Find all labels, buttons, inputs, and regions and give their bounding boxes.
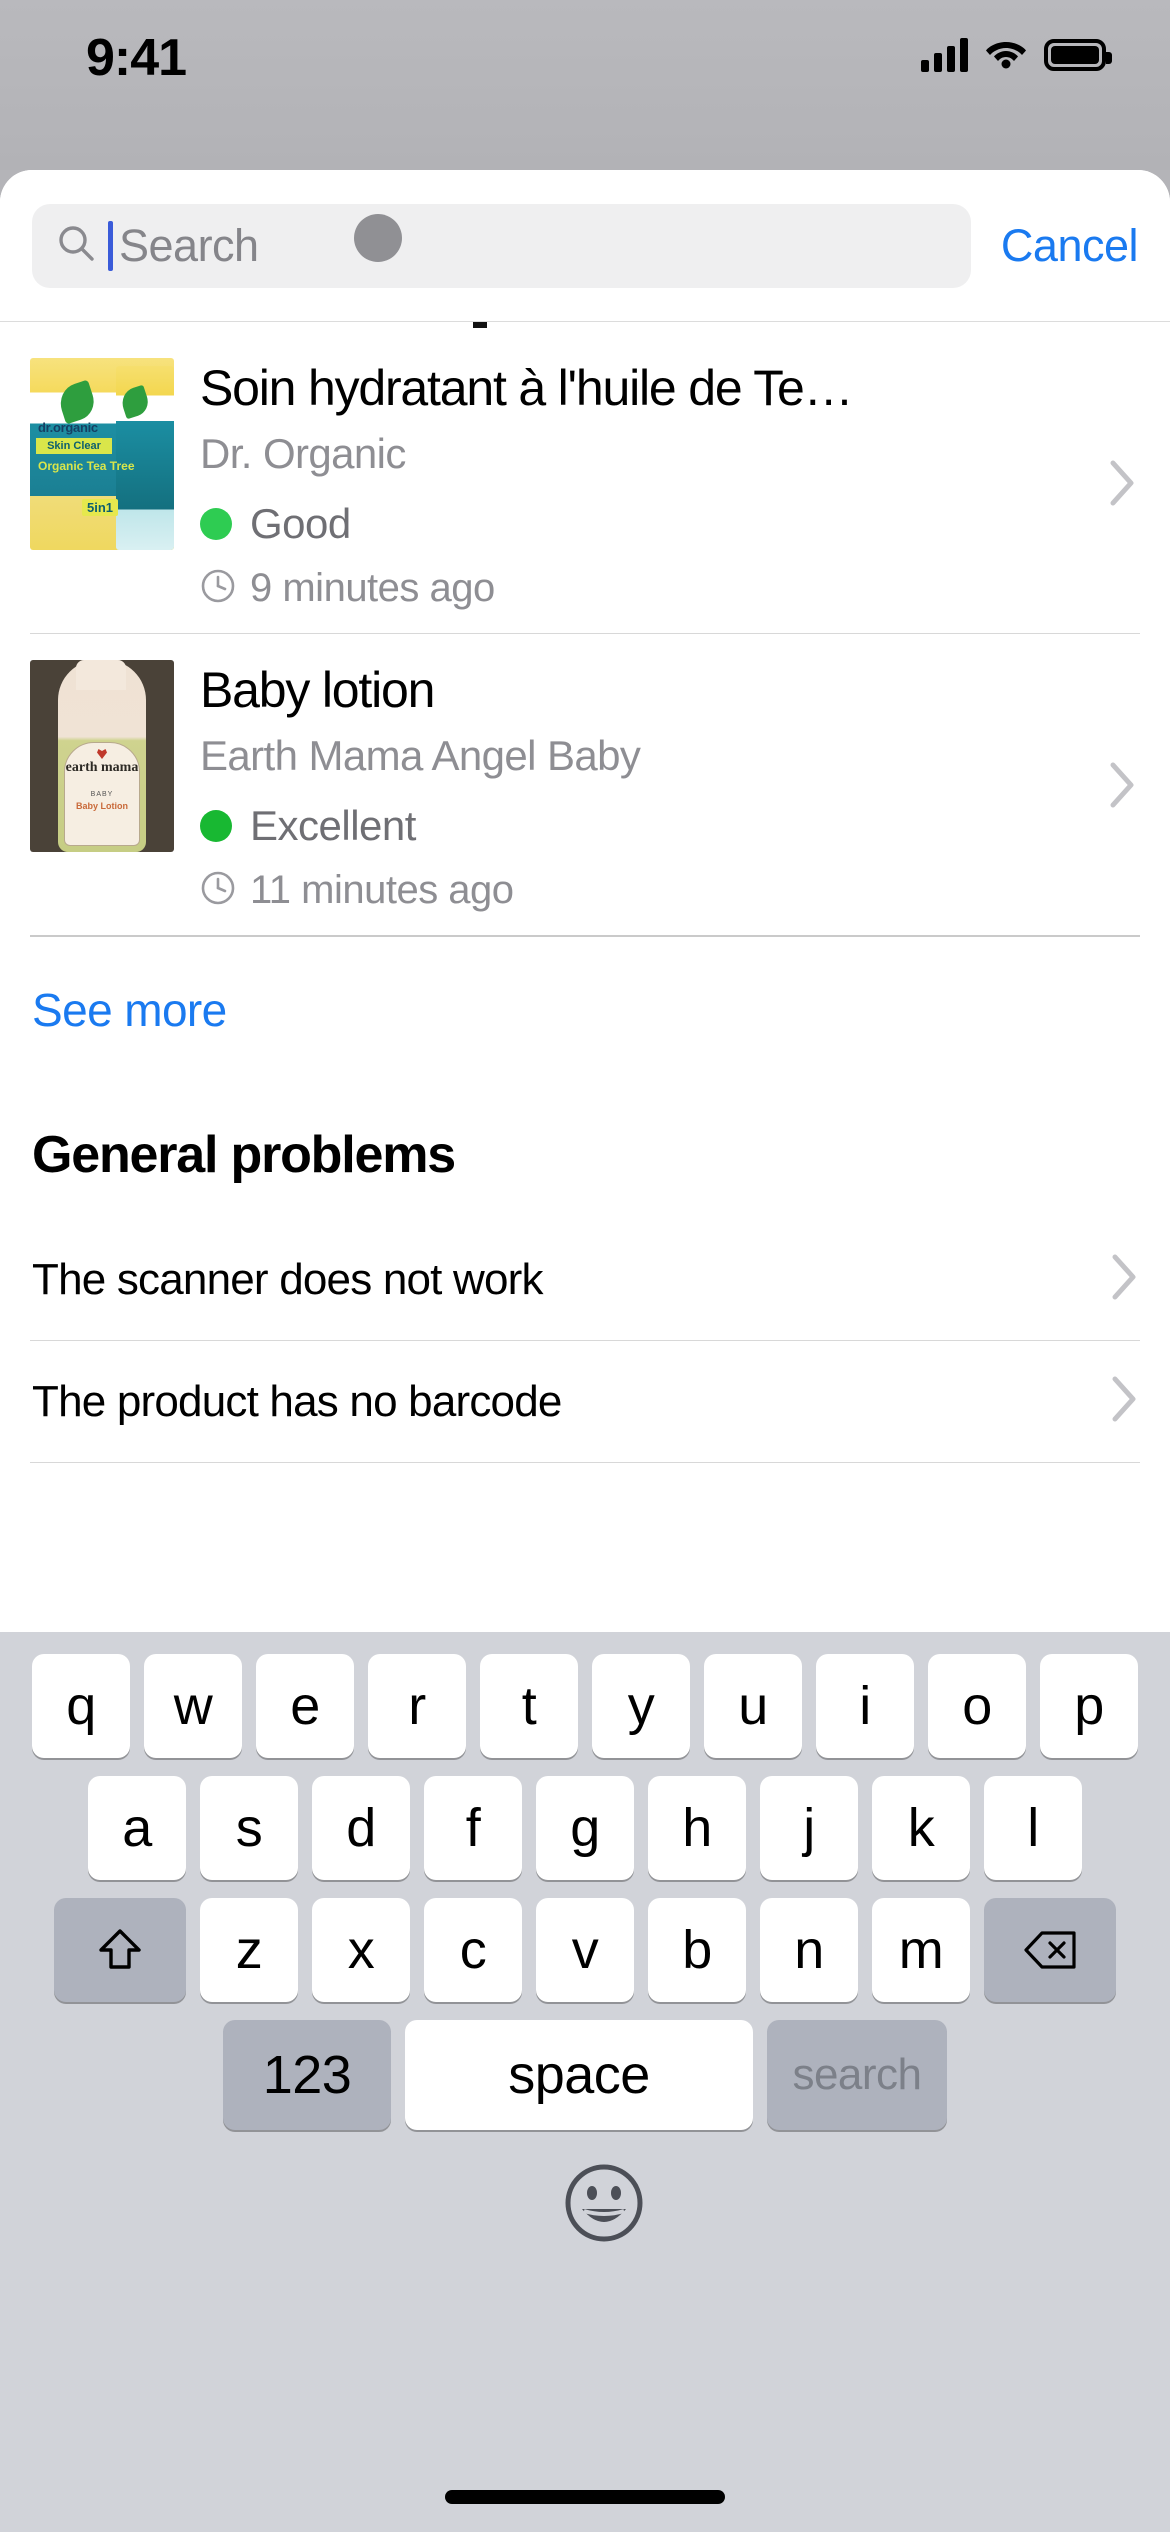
status-label: Good xyxy=(250,500,351,547)
key-n[interactable]: n xyxy=(760,1898,858,2002)
key-a[interactable]: a xyxy=(88,1776,186,1880)
clock-icon xyxy=(200,870,250,911)
thumb-line1-text: BABY xyxy=(90,791,114,798)
key-c[interactable]: c xyxy=(424,1898,522,2002)
key-l[interactable]: l xyxy=(984,1776,1082,1880)
status-label: Excellent xyxy=(250,802,416,849)
text-cursor xyxy=(108,220,113,271)
status-bar: 9:41 xyxy=(0,0,1170,170)
status-dot-icon xyxy=(200,810,232,842)
emoji-key[interactable] xyxy=(559,2158,649,2248)
search-placeholder: Search xyxy=(119,219,259,271)
search-key[interactable]: search xyxy=(767,2020,947,2130)
home-indicator xyxy=(445,2490,725,2504)
cellular-signal-icon xyxy=(921,38,968,72)
search-input[interactable]: Search xyxy=(32,203,971,288)
product-name: Baby lotion xyxy=(200,662,435,718)
keyboard-row-2: a s d f g h j k l xyxy=(0,1758,1170,1880)
timestamp-label: 11 minutes ago xyxy=(250,868,514,912)
touch-indicator xyxy=(354,214,402,262)
status-badge: Good xyxy=(200,500,1140,548)
wifi-icon xyxy=(985,37,1027,74)
key-u[interactable]: u xyxy=(704,1654,802,1758)
key-i[interactable]: i xyxy=(816,1654,914,1758)
keyboard-row-1: q w e r t y u i o p xyxy=(0,1632,1170,1758)
product-thumbnail: dr.organic Skin Clear Organic Tea Tree 5… xyxy=(30,358,174,550)
see-more-button[interactable]: See more xyxy=(0,937,259,1081)
results-scroll-area[interactable]: dr.organic Skin Clear Organic Tea Tree 5… xyxy=(0,322,1170,1632)
key-k[interactable]: k xyxy=(872,1776,970,1880)
chevron-right-icon xyxy=(1102,1375,1138,1428)
key-b[interactable]: b xyxy=(648,1898,746,2002)
clipped-previous-row xyxy=(0,322,1170,332)
search-sheet: Search Cancel dr.organic Skin Clear Orga… xyxy=(0,170,1170,1632)
key-v[interactable]: v xyxy=(536,1898,634,2002)
product-brand: Earth Mama Angel Baby xyxy=(200,732,641,779)
space-key[interactable]: space xyxy=(405,2020,753,2130)
key-w[interactable]: w xyxy=(144,1654,242,1758)
key-x[interactable]: x xyxy=(312,1898,410,2002)
battery-icon xyxy=(1044,39,1112,71)
product-thumbnail: earth mama BABY Baby Lotion xyxy=(30,660,174,852)
list-item-label: The product has no barcode xyxy=(32,1376,562,1426)
thumb-line1-text: Skin Clear xyxy=(36,438,112,454)
key-g[interactable]: g xyxy=(536,1776,634,1880)
key-s[interactable]: s xyxy=(200,1776,298,1880)
emoji-icon xyxy=(565,2164,643,2242)
product-brand: Dr. Organic xyxy=(200,430,406,477)
status-badge: Excellent xyxy=(200,802,1140,850)
key-r[interactable]: r xyxy=(368,1654,466,1758)
keyboard-row-4: 123 space search xyxy=(0,2002,1170,2130)
thumb-brand-text: dr.organic xyxy=(38,420,98,435)
product-info: Baby lotion Earth Mama Angel Baby Excell… xyxy=(200,660,1140,913)
chevron-right-icon xyxy=(1102,1253,1138,1306)
section-title: General problems xyxy=(32,1126,456,1184)
cancel-button[interactable]: Cancel xyxy=(1001,220,1139,272)
key-m[interactable]: m xyxy=(872,1898,970,2002)
list-item[interactable]: The scanner does not work xyxy=(0,1219,1170,1340)
thumb-badge-text: 5in1 xyxy=(82,499,119,516)
clock-icon xyxy=(200,568,250,609)
key-y[interactable]: y xyxy=(592,1654,690,1758)
numbers-key[interactable]: 123 xyxy=(223,2020,391,2130)
shift-key[interactable] xyxy=(54,1898,186,2002)
search-icon xyxy=(56,223,108,268)
list-item[interactable]: The product has no barcode xyxy=(0,1341,1170,1462)
table-row[interactable]: dr.organic Skin Clear Organic Tea Tree 5… xyxy=(0,332,1170,633)
timestamp-label: 9 minutes ago xyxy=(250,566,495,610)
key-f[interactable]: f xyxy=(424,1776,522,1880)
key-q[interactable]: q xyxy=(32,1654,130,1758)
key-p[interactable]: p xyxy=(1040,1654,1138,1758)
row-divider xyxy=(30,1462,1140,1463)
key-z[interactable]: z xyxy=(200,1898,298,2002)
key-j[interactable]: j xyxy=(760,1776,858,1880)
timestamp: 9 minutes ago xyxy=(200,566,1140,611)
backspace-key[interactable] xyxy=(984,1898,1116,2002)
on-screen-keyboard[interactable]: q w e r t y u i o p a s d f g h j k l z … xyxy=(0,1632,1170,2532)
backspace-icon xyxy=(1024,1931,1076,1969)
search-header: Search Cancel xyxy=(0,170,1170,322)
thumb-line2-text: Organic Tea Tree xyxy=(38,459,135,473)
status-bar-time: 9:41 xyxy=(86,29,187,87)
key-t[interactable]: t xyxy=(480,1654,578,1758)
key-d[interactable]: d xyxy=(312,1776,410,1880)
timestamp: 11 minutes ago xyxy=(200,868,1140,913)
list-item-label: The scanner does not work xyxy=(32,1254,544,1304)
key-h[interactable]: h xyxy=(648,1776,746,1880)
thumb-line2-text: Baby Lotion xyxy=(76,801,128,811)
product-name: Soin hydratant à l'huile de Te… xyxy=(200,360,854,416)
shift-icon xyxy=(99,1929,141,1969)
table-row[interactable]: earth mama BABY Baby Lotion Baby lotion … xyxy=(0,634,1170,935)
keyboard-row-3: z x c v b n m xyxy=(0,1880,1170,2002)
key-e[interactable]: e xyxy=(256,1654,354,1758)
key-o[interactable]: o xyxy=(928,1654,1026,1758)
keyboard-row-5 xyxy=(0,2130,1170,2248)
status-dot-icon xyxy=(200,508,232,540)
product-info: Soin hydratant à l'huile de Te… Dr. Orga… xyxy=(200,358,1140,611)
thumb-brand-text: earth mama xyxy=(65,760,139,775)
status-bar-icons xyxy=(921,30,1112,80)
